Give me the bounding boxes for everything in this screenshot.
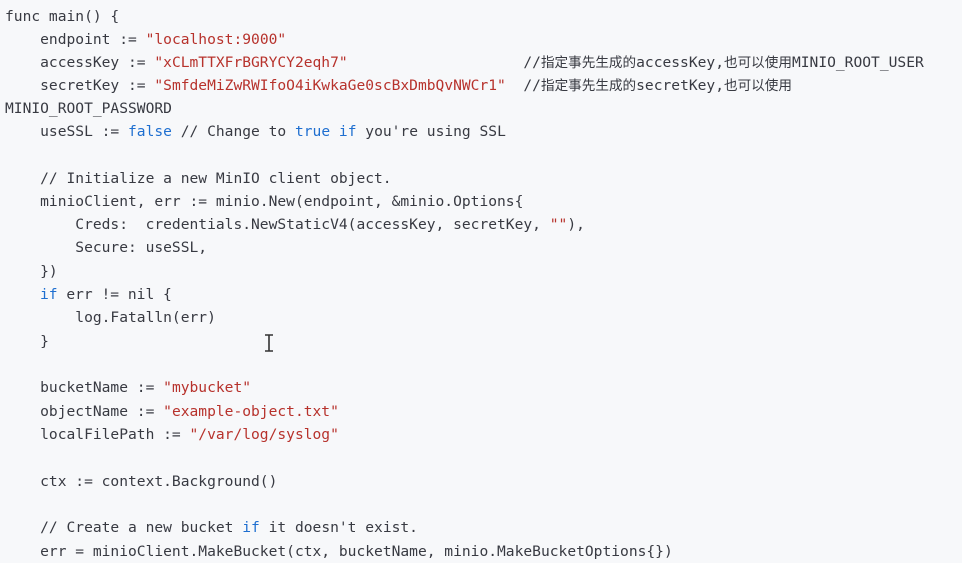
string-literal: "mybucket" xyxy=(163,379,252,396)
comment: accessKey, xyxy=(636,54,724,71)
keyword: false xyxy=(128,123,172,140)
string-literal: "xCLmTTXFrBGRYCY2eqh7" xyxy=(154,54,348,71)
code-line-18: objectName := "example-object.txt" xyxy=(5,400,339,423)
comment: it doesn't exist. xyxy=(259,519,418,536)
code-line-12: }) xyxy=(5,260,58,283)
code-line-5: MINIO_ROOT_PASSWORD xyxy=(5,97,172,120)
code-text: useSSL := xyxy=(5,123,129,140)
keyword: if xyxy=(242,519,260,536)
code-editor[interactable]: func main() { endpoint := "localhost:900… xyxy=(0,0,962,563)
code-line-4: secretKey := "SmfdeMiZwRWIfoO4iKwkaGe0sc… xyxy=(5,74,792,97)
comment xyxy=(330,123,339,140)
code-text: localFilePath := xyxy=(5,426,190,443)
code-text: err = minioClient.MakeBucket(ctx, bucket… xyxy=(5,543,673,560)
code-line-9: minioClient, err := minio.New(endpoint, … xyxy=(5,190,523,213)
code-text: bucketName := xyxy=(5,379,164,396)
string-literal: "" xyxy=(549,216,568,233)
keyword: if xyxy=(338,123,357,140)
code-line-10: Creds: credentials.NewStaticV4(accessKey… xyxy=(5,213,585,236)
string-literal: "SmfdeMiZwRWIfoO4iKwkaGe0scBxDmbQvNWCr1" xyxy=(154,77,506,94)
text-cursor-icon xyxy=(265,334,273,352)
comment: 也可以使用 xyxy=(724,78,792,94)
comment: // Create a new bucket xyxy=(5,519,243,536)
code-line-1: func main() { xyxy=(5,5,119,28)
code-line-19: localFilePath := "/var/log/syslog" xyxy=(5,423,339,446)
code-line-3: accessKey := "xCLmTTXFrBGRYCY2eqh7" //指定… xyxy=(5,51,924,74)
comment: 指定事先生成的 xyxy=(540,55,637,71)
code-text: minioClient, err := minio.New(endpoint, … xyxy=(5,193,524,210)
code-text: }) xyxy=(5,263,58,280)
code-line-13: if err != nil { xyxy=(40,283,172,306)
string-literal: "/var/log/syslog" xyxy=(189,426,339,443)
code-text: objectName := xyxy=(5,403,164,420)
code-text: } xyxy=(5,333,49,350)
code-text: log.Fatalln(err) xyxy=(5,309,216,326)
comment: MINIO_ROOT_PASSWORD xyxy=(5,100,172,117)
code-text: ), xyxy=(567,216,585,233)
code-line-21: ctx := context.Background() xyxy=(5,470,277,493)
code-text: secretKey := xyxy=(5,77,155,94)
code-line-24: err = minioClient.MakeBucket(ctx, bucket… xyxy=(5,540,673,563)
code-text: endpoint := xyxy=(5,31,146,48)
comment: secretKey, xyxy=(636,77,725,94)
code-text: Secure: useSSL, xyxy=(5,239,208,256)
comment: // Initialize a new MinIO client object. xyxy=(5,170,392,187)
code-text: Creds: credentials.NewStaticV4(accessKey… xyxy=(5,216,550,233)
code-text: accessKey := xyxy=(5,54,155,71)
comment: 也可以使用 xyxy=(724,55,792,71)
code-line-14: log.Fatalln(err) xyxy=(5,306,216,329)
comment: 指定事先生成的 xyxy=(540,78,637,94)
code-line-11: Secure: useSSL, xyxy=(5,236,207,259)
comment: // Change to xyxy=(171,123,295,140)
code-text: err != nil { xyxy=(57,286,172,303)
keyword: if xyxy=(40,286,58,303)
comment: you're using SSL xyxy=(356,123,506,140)
code-line-6: useSSL := false // Change to true if you… xyxy=(5,120,506,143)
string-literal: "example-object.txt" xyxy=(163,403,339,420)
code-line-2: endpoint := "localhost:9000" xyxy=(5,28,286,51)
code-text: ctx := context.Background() xyxy=(5,473,278,490)
comment: MINIO_ROOT_USER xyxy=(791,54,924,71)
code-line-8: // Initialize a new MinIO client object. xyxy=(5,167,392,190)
string-literal: "localhost:9000" xyxy=(145,31,287,48)
keyword: true xyxy=(294,123,331,140)
code-line-23: // Create a new bucket if it doesn't exi… xyxy=(5,516,418,539)
comment: // xyxy=(505,77,541,94)
code-text: func main() { xyxy=(5,8,120,25)
comment: // xyxy=(347,54,541,71)
code-line-17: bucketName := "mybucket" xyxy=(5,376,251,399)
code-line-15: } xyxy=(5,330,49,353)
